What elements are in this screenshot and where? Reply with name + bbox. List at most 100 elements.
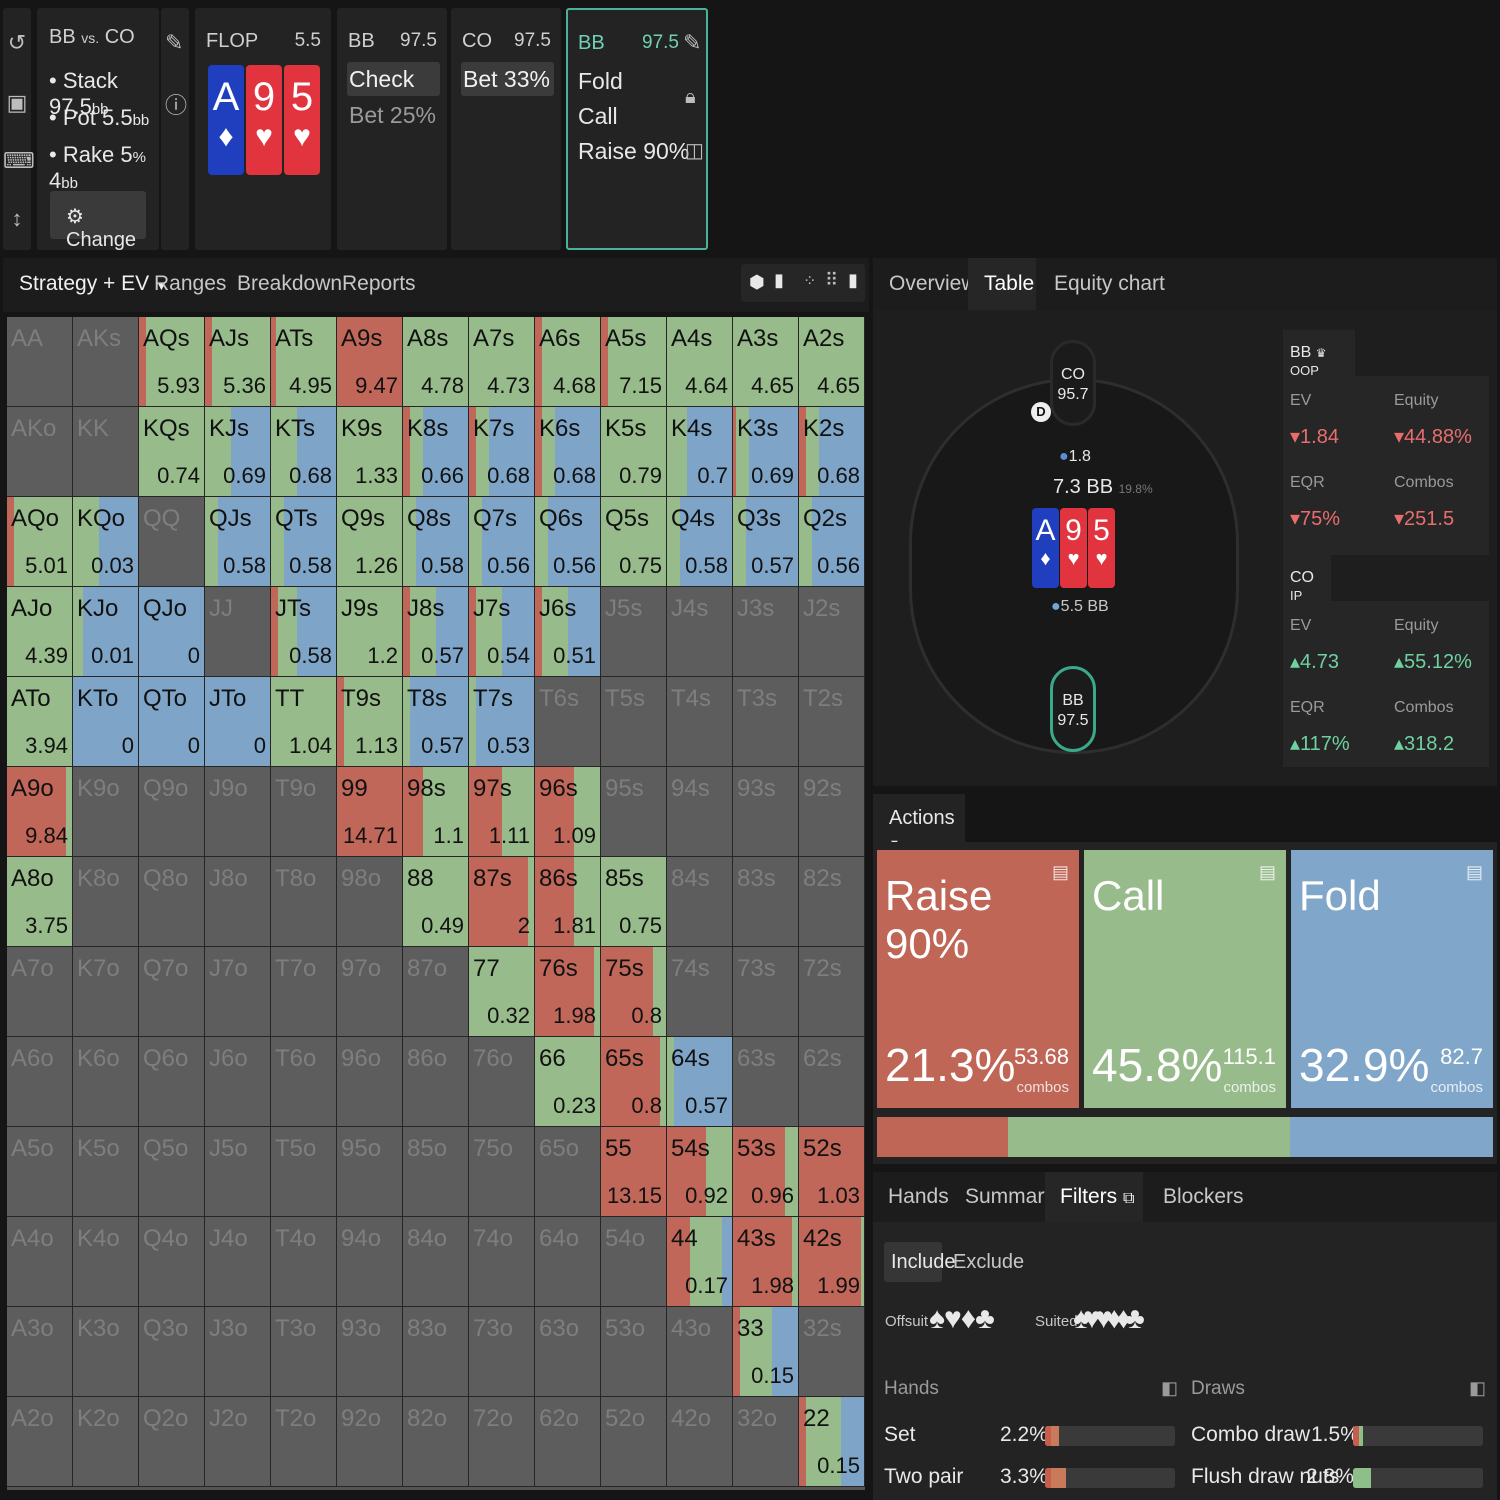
hand-cell-82o[interactable]: 82o bbox=[403, 1397, 469, 1487]
hand-cell-KJs[interactable]: 0.69 KJs bbox=[205, 407, 271, 497]
actions-dropdown[interactable]: Actions ▼ bbox=[873, 794, 965, 850]
hand-cell-JJ[interactable]: JJ bbox=[205, 587, 271, 677]
hand-cell-AQo[interactable]: 5.01 AQo bbox=[7, 497, 73, 587]
hand-cell-74o[interactable]: 74o bbox=[469, 1217, 535, 1307]
save-icon[interactable]: ▣ bbox=[3, 90, 31, 116]
hand-cell-42s[interactable]: 1.99 42s bbox=[799, 1217, 865, 1307]
hand-cell-65s[interactable]: 0.8 65s bbox=[601, 1037, 667, 1127]
notes-icon[interactable]: ▤ bbox=[1259, 862, 1276, 883]
hand-cell-96s[interactable]: 1.09 96s bbox=[535, 767, 601, 857]
hand-cell-94o[interactable]: 94o bbox=[337, 1217, 403, 1307]
hand-cell-K5s[interactable]: 0.79 K5s bbox=[601, 407, 667, 497]
tab-blockers[interactable]: Blockers bbox=[1163, 1185, 1244, 1209]
diamond-club-icon[interactable]: ♦♣ bbox=[1116, 1302, 1145, 1335]
hand-cell-88[interactable]: 0.49 88 bbox=[403, 857, 469, 947]
hand-cell-72s[interactable]: 72s bbox=[799, 947, 865, 1037]
hand-cell-22[interactable]: 0.15 22 bbox=[799, 1397, 865, 1487]
hand-cell-32s[interactable]: 32s bbox=[799, 1307, 865, 1397]
seat-bb[interactable]: BB 97.5 bbox=[1050, 666, 1096, 752]
hand-cell-J4s[interactable]: J4s bbox=[667, 587, 733, 677]
hand-cell-A7s[interactable]: 4.73 A7s bbox=[469, 317, 535, 407]
hand-cell-54s[interactable]: 0.92 54s bbox=[667, 1127, 733, 1217]
hand-cell-A8s[interactable]: 4.78 A8s bbox=[403, 317, 469, 407]
action-bet-25[interactable]: Bet 25% bbox=[347, 98, 440, 132]
tab-summary[interactable]: Summary bbox=[965, 1185, 1055, 1209]
hand-cell-Q8s[interactable]: 0.58 Q8s bbox=[403, 497, 469, 587]
hand-cell-53s[interactable]: 0.96 53s bbox=[733, 1127, 799, 1217]
hand-cell-63s[interactable]: 63s bbox=[733, 1037, 799, 1127]
hand-cell-T3s[interactable]: T3s bbox=[733, 677, 799, 767]
hand-cell-K3s[interactable]: 0.69 K3s bbox=[733, 407, 799, 497]
hand-cell-K2o[interactable]: K2o bbox=[73, 1397, 139, 1487]
hand-cell-T9s[interactable]: 1.13 T9s bbox=[337, 677, 403, 767]
hand-cell-83o[interactable]: 83o bbox=[403, 1307, 469, 1397]
notes-icon[interactable]: ▤ bbox=[1052, 862, 1069, 883]
hand-cell-KTo[interactable]: 0 KTo bbox=[73, 677, 139, 767]
info-icon[interactable]: ⓘ bbox=[165, 88, 187, 120]
hand-cell-98o[interactable]: 98o bbox=[337, 857, 403, 947]
hand-cell-83s[interactable]: 83s bbox=[733, 857, 799, 947]
hand-cell-AKs[interactable]: AKs bbox=[73, 317, 139, 407]
hand-cell-64o[interactable]: 64o bbox=[535, 1217, 601, 1307]
hand-cell-T7s[interactable]: 0.53 T7s bbox=[469, 677, 535, 767]
hand-cell-Q5o[interactable]: Q5o bbox=[139, 1127, 205, 1217]
hand-cell-54o[interactable]: 54o bbox=[601, 1217, 667, 1307]
collapse-icon[interactable]: ◧ bbox=[1161, 1378, 1178, 1399]
action-card-raise[interactable]: Raise 90% ▤ 21.3% 53.68 combos bbox=[877, 850, 1079, 1108]
hand-cell-74s[interactable]: 74s bbox=[667, 947, 733, 1037]
cube-icon[interactable]: ⬢ bbox=[749, 272, 765, 293]
edit-icon[interactable]: ✎ bbox=[165, 30, 183, 56]
hand-cell-J9s[interactable]: 1.2 J9s bbox=[337, 587, 403, 677]
hand-cell-T4s[interactable]: T4s bbox=[667, 677, 733, 767]
hand-cell-J5s[interactable]: J5s bbox=[601, 587, 667, 677]
hand-cell-Q3s[interactable]: 0.57 Q3s bbox=[733, 497, 799, 587]
hand-cell-A6s[interactable]: 4.68 A6s bbox=[535, 317, 601, 407]
hand-cell-A6o[interactable]: A6o bbox=[7, 1037, 73, 1127]
hand-cell-A7o[interactable]: A7o bbox=[7, 947, 73, 1037]
hand-cell-QJs[interactable]: 0.58 QJs bbox=[205, 497, 271, 587]
change-button[interactable]: ⚙ Change bbox=[50, 191, 146, 251]
hand-cell-K8o[interactable]: K8o bbox=[73, 857, 139, 947]
hand-cell-T5o[interactable]: T5o bbox=[271, 1127, 337, 1217]
hand-cell-T8s[interactable]: 0.57 T8s bbox=[403, 677, 469, 767]
hand-cell-QJo[interactable]: 0 QJo bbox=[139, 587, 205, 677]
hand-cell-K2s[interactable]: 0.68 K2s bbox=[799, 407, 865, 497]
hand-cell-66[interactable]: 0.23 66 bbox=[535, 1037, 601, 1127]
hand-cell-K6o[interactable]: K6o bbox=[73, 1037, 139, 1127]
hand-cell-Q7s[interactable]: 0.56 Q7s bbox=[469, 497, 535, 587]
hand-cell-J8o[interactable]: J8o bbox=[205, 857, 271, 947]
filter-set-bar[interactable] bbox=[1045, 1426, 1175, 1446]
suited-suits[interactable]: ♠♥♥♦♦♣ bbox=[1073, 1302, 1145, 1336]
hand-cell-85o[interactable]: 85o bbox=[403, 1127, 469, 1217]
hand-cell-44[interactable]: 0.17 44 bbox=[667, 1217, 733, 1307]
heart-icon[interactable]: ♥ bbox=[944, 1302, 962, 1335]
edit-icon[interactable]: ✎ bbox=[683, 30, 701, 56]
hand-cell-Q9o[interactable]: Q9o bbox=[139, 767, 205, 857]
tab-overview[interactable]: Overview bbox=[889, 272, 977, 296]
hand-cell-T2o[interactable]: T2o bbox=[271, 1397, 337, 1487]
lock-icon[interactable]: 🔒︎ bbox=[685, 86, 696, 109]
diamond-icon[interactable]: ♦ bbox=[961, 1302, 976, 1335]
hand-cell-92s[interactable]: 92s bbox=[799, 767, 865, 857]
hand-cell-42o[interactable]: 42o bbox=[667, 1397, 733, 1487]
hand-cell-Q7o[interactable]: Q7o bbox=[139, 947, 205, 1037]
hand-cell-A9o[interactable]: 9.84 A9o bbox=[7, 767, 73, 857]
hand-cell-T6s[interactable]: T6s bbox=[535, 677, 601, 767]
resize-icon[interactable]: ↕ bbox=[3, 206, 31, 232]
tab-reports[interactable]: Reports bbox=[342, 272, 416, 296]
reset-icon[interactable]: ↺ bbox=[3, 30, 31, 56]
hand-cell-94s[interactable]: 94s bbox=[667, 767, 733, 857]
hand-cell-A4s[interactable]: 4.64 A4s bbox=[667, 317, 733, 407]
hand-cell-JTs[interactable]: 0.58 JTs bbox=[271, 587, 337, 677]
hand-cell-85s[interactable]: 0.75 85s bbox=[601, 857, 667, 947]
action-call[interactable]: Call bbox=[578, 103, 618, 130]
hand-cell-T4o[interactable]: T4o bbox=[271, 1217, 337, 1307]
hand-cell-KQo[interactable]: 0.03 KQo bbox=[73, 497, 139, 587]
hand-cell-A5s[interactable]: 7.15 A5s bbox=[601, 317, 667, 407]
flop-panel[interactable]: FLOP 5.5 A ♦ 9 ♥ 5 ♥ bbox=[195, 8, 331, 250]
hand-cell-KK[interactable]: KK bbox=[73, 407, 139, 497]
hand-cell-97s[interactable]: 1.11 97s bbox=[469, 767, 535, 857]
hand-cell-K4s[interactable]: 0.7 K4s bbox=[667, 407, 733, 497]
hand-cell-J3s[interactable]: J3s bbox=[733, 587, 799, 677]
hand-cell-J3o[interactable]: J3o bbox=[205, 1307, 271, 1397]
